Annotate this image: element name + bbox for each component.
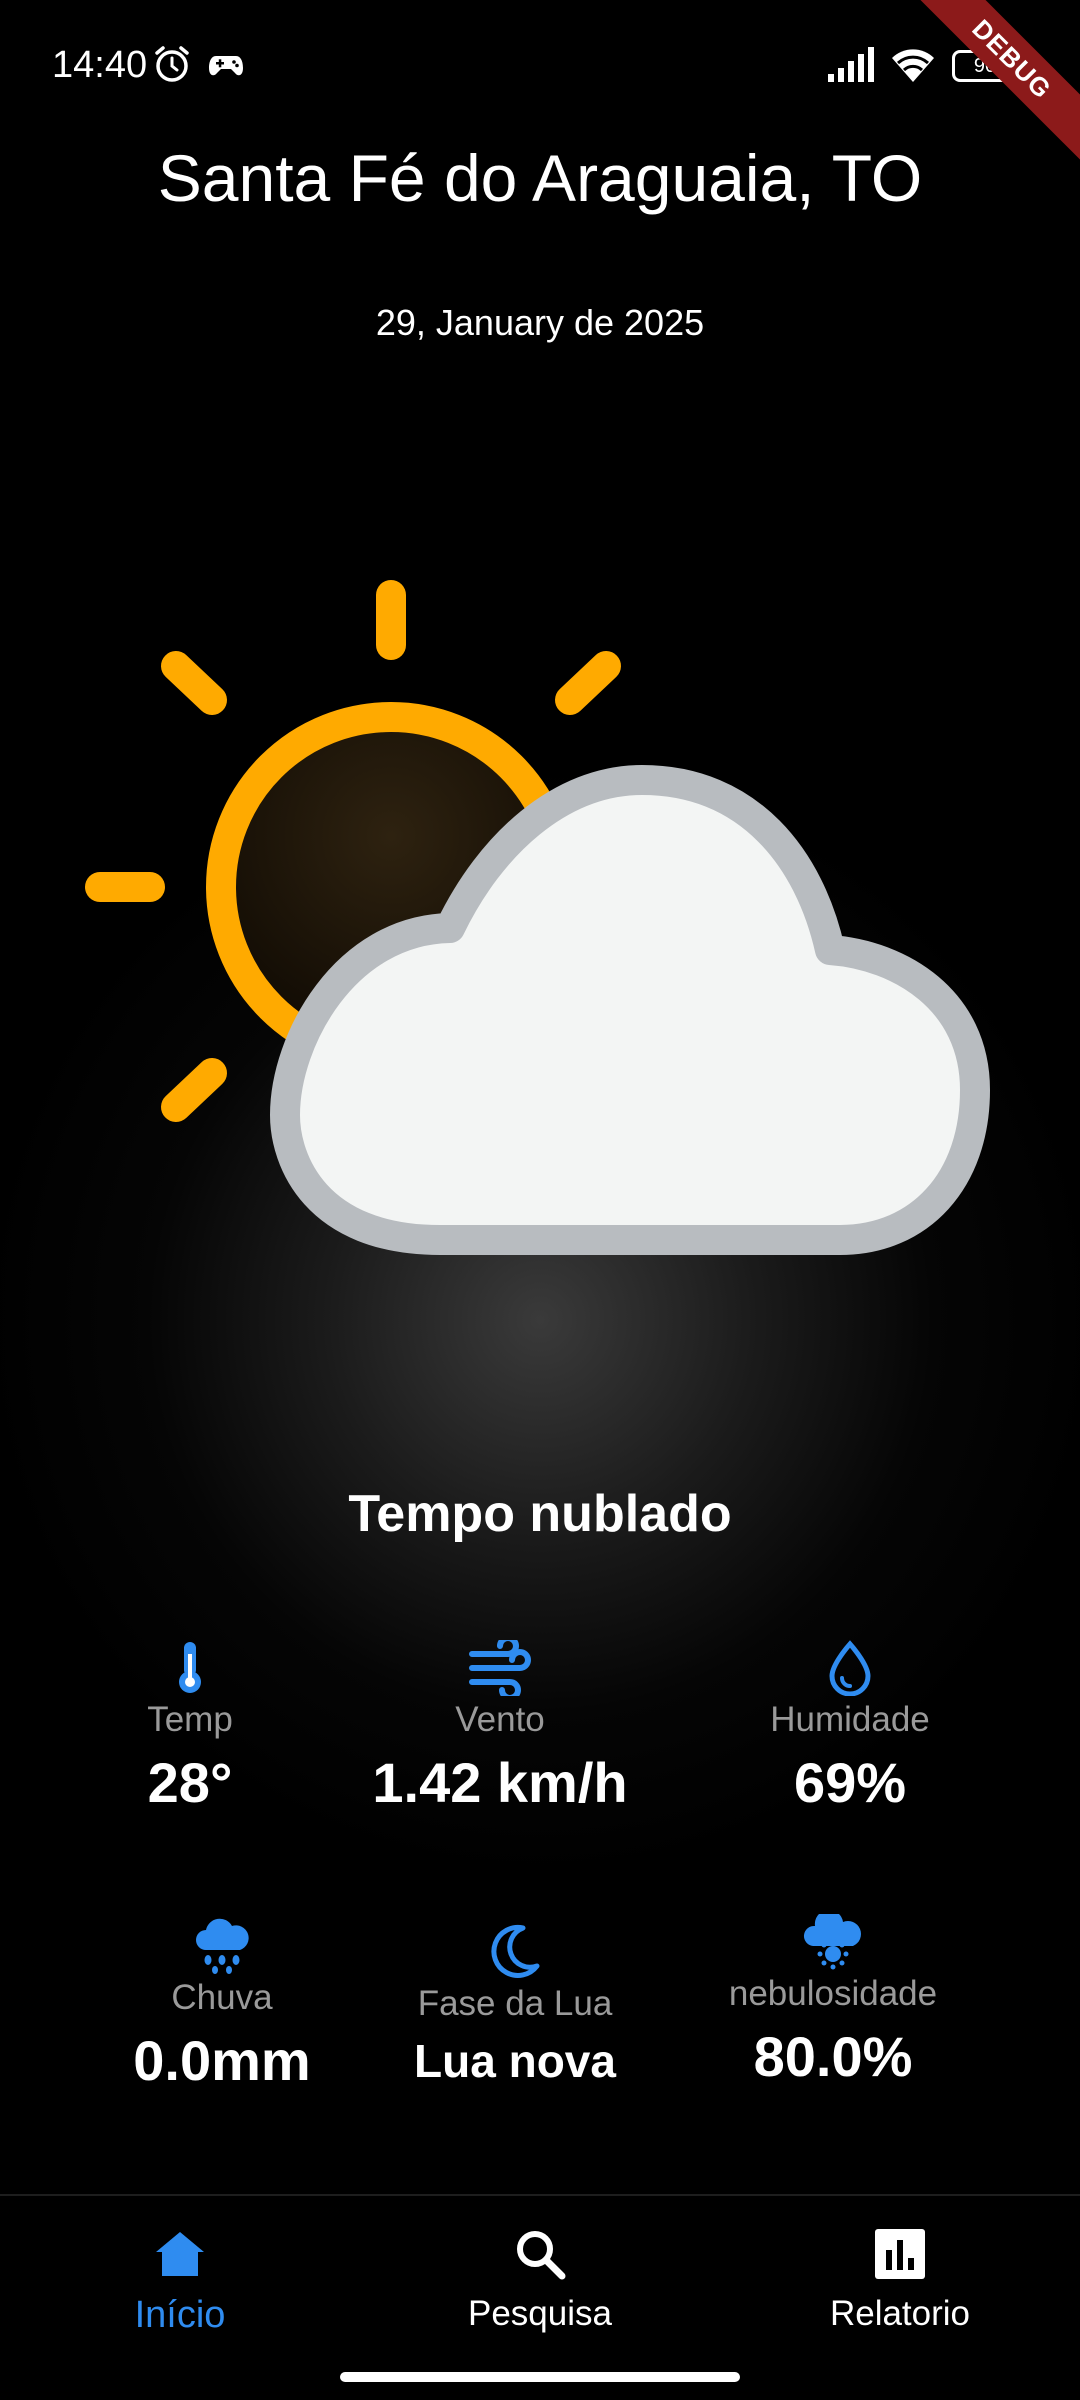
rain-cloud-icon [196,1918,249,1974]
nav-label-pesquisa: Pesquisa [468,2294,612,2333]
city-title: Santa Fé do Araguaia, TO [157,141,923,215]
stat-humidity: Humidade 69% [680,1640,1020,1815]
stat-moon-value: Lua nova [414,2035,616,2087]
crescent-moon-icon [491,1924,540,1978]
stat-humidity-label: Humidade [770,1700,930,1739]
stat-moon: Fase da Lua Lua nova [345,1924,685,2088]
stat-clouds-value: 80.0% [753,2025,913,2088]
nav-item-inicio[interactable]: Início [30,2226,330,2337]
stat-rain: Chuva 0.0mm [52,1918,392,2093]
wifi-icon [892,49,934,82]
weather-screen: 14:40 90 DEBUG Santa Fé do Araguaia, TO … [0,0,1080,2400]
stat-temp-value: 28° [147,1751,233,1814]
stat-clouds: nebulosidade 80.0% [663,1914,1003,2089]
stat-rain-value: 0.0mm [133,2029,311,2092]
nav-label-inicio: Início [134,2294,226,2336]
bar-chart-icon [875,2229,925,2279]
stat-rain-label: Chuva [171,1978,273,2017]
bottom-navigation: Início Pesquisa Relatorio [0,2194,1080,2400]
stat-wind-value: 1.42 km/h [372,1751,628,1814]
gamepad-icon [209,56,243,76]
stat-temp-label: Temp [147,1700,233,1739]
water-drop-icon [829,1640,871,1696]
wind-icon [469,1640,531,1696]
home-indicator[interactable] [340,2372,740,2382]
stat-wind-label: Vento [455,1700,545,1739]
thermometer-icon [179,1642,201,1693]
home-icon [156,2232,204,2276]
weather-condition: Tempo nublado [348,1485,732,1543]
alarm-icon [155,46,189,82]
search-icon [517,2231,566,2280]
cloud-sun-icon [804,1914,861,1970]
nav-label-relatorio: Relatorio [829,2294,971,2333]
stat-wind: Vento 1.42 km/h [330,1640,670,1815]
signal-icon [828,47,874,82]
stat-humidity-value: 69% [793,1751,907,1814]
stat-temp: Temp 28° [20,1640,360,1815]
date-label: 29, January de 2025 [375,302,705,343]
stat-clouds-label: nebulosidade [728,1974,938,2013]
status-bar: 14:40 90 DEBUG [0,0,1080,168]
nav-item-pesquisa[interactable]: Pesquisa [390,2226,690,2334]
nav-item-relatorio[interactable]: Relatorio [750,2226,1050,2334]
stat-moon-label: Fase da Lua [417,1984,613,2023]
status-time: 14:40 [52,44,148,86]
partly-cloudy-icon [85,580,990,1255]
